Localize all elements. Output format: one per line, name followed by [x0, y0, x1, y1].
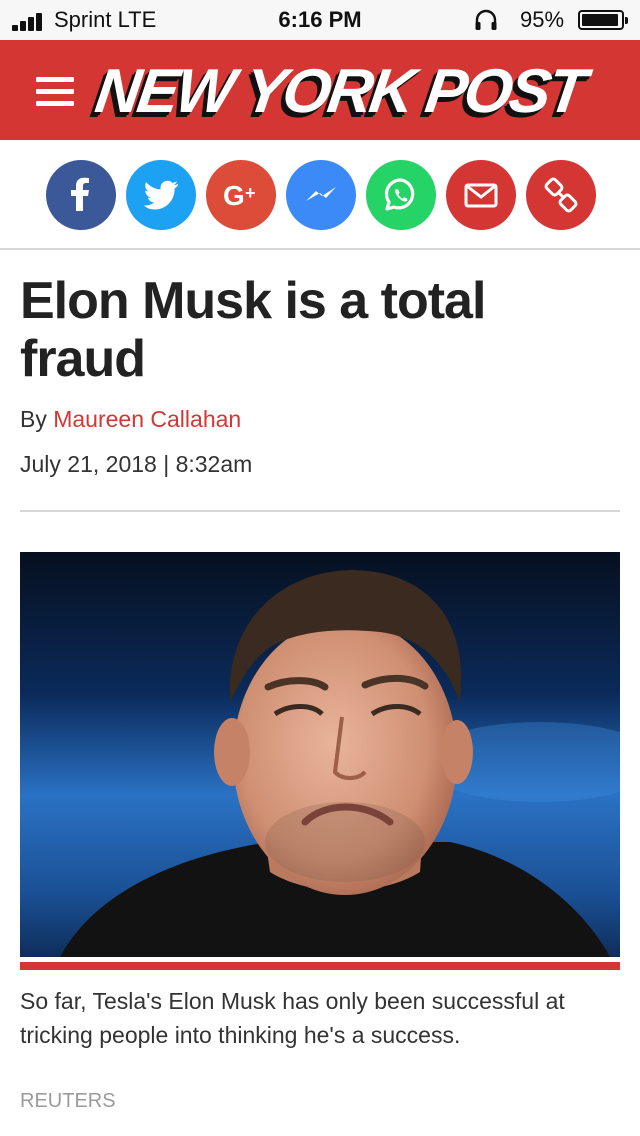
headphones-icon: [475, 9, 497, 30]
site-header: NEW YORK POST: [0, 40, 640, 140]
whatsapp-icon: [384, 178, 415, 211]
divider: [20, 510, 620, 512]
share-whatsapp-button[interactable]: [366, 160, 436, 230]
site-logo[interactable]: NEW YORK POST: [91, 56, 588, 128]
messenger-icon: [306, 187, 336, 201]
status-bar: Sprint LTE 6:16 PM 95%: [0, 0, 640, 40]
photo-credit: REUTERS: [20, 1090, 116, 1112]
article-photo[interactable]: [20, 552, 620, 957]
svg-text:+: +: [245, 183, 256, 203]
facebook-icon: [71, 177, 89, 211]
article-headline: Elon Musk is a total fraud: [20, 272, 486, 388]
twitter-icon: [143, 180, 178, 210]
battery-icon: [578, 10, 628, 30]
share-google-plus-button[interactable]: G +: [206, 160, 276, 230]
author-link[interactable]: Maureen Callahan: [53, 406, 241, 432]
share-facebook-button[interactable]: [46, 160, 116, 230]
share-copy-link-button[interactable]: [526, 160, 596, 230]
link-icon: [544, 177, 578, 213]
share-bar: G +: [0, 140, 640, 250]
menu-icon[interactable]: [36, 77, 74, 107]
envelope-icon: [464, 183, 498, 208]
battery-percent: 95%: [520, 7, 565, 32]
carrier-label: Sprint LTE: [54, 7, 157, 32]
share-messenger-button[interactable]: [286, 160, 356, 230]
share-email-button[interactable]: [446, 160, 516, 230]
portrait-image: [20, 552, 620, 957]
google-plus-icon: G +: [223, 180, 256, 211]
caption-rule: [20, 962, 620, 970]
publish-date: July 21, 2018 | 8:32am: [20, 451, 253, 477]
photo-caption: So far, Tesla's Elon Musk has only been …: [20, 988, 565, 1048]
share-twitter-button[interactable]: [126, 160, 196, 230]
signal-strength-icon: [12, 11, 48, 31]
byline: By Maureen Callahan: [20, 406, 241, 433]
byline-prefix: By: [20, 406, 47, 432]
svg-text:G: G: [223, 180, 245, 211]
